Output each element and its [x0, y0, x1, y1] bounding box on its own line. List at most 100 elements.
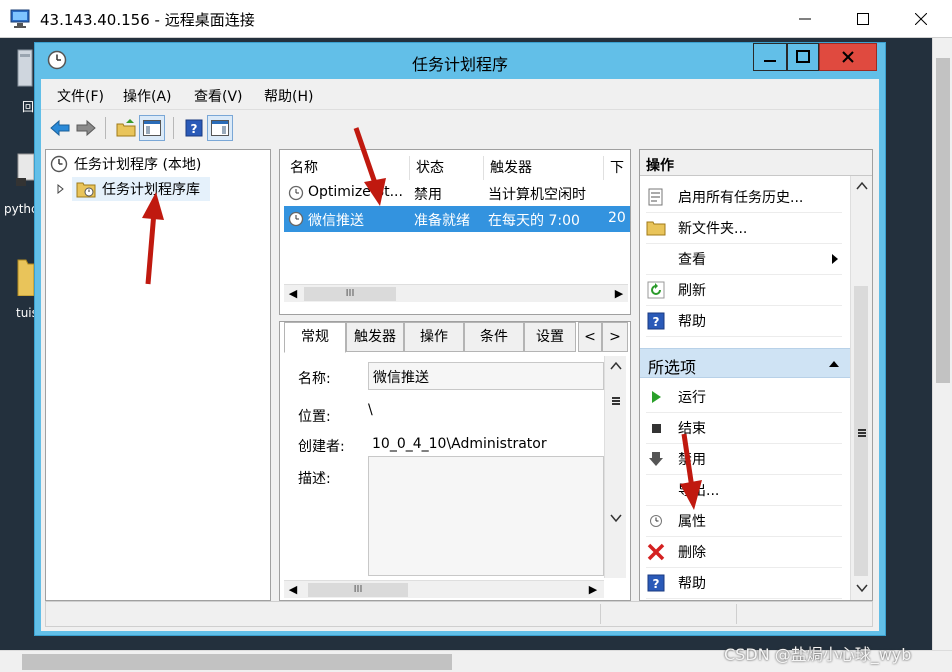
- location-value: \: [368, 402, 373, 418]
- action-delete[interactable]: 删除: [646, 537, 842, 568]
- scroll-thumb[interactable]: III: [308, 583, 408, 597]
- menu-bar: 文件(F) 操作(A) 查看(V) 帮助(H): [41, 79, 879, 109]
- actions-vertical-scrollbar[interactable]: [850, 176, 872, 600]
- status-bar: [45, 601, 873, 627]
- back-button[interactable]: [47, 115, 73, 141]
- scroll-right-icon[interactable]: ▶: [610, 285, 628, 303]
- column-header-status[interactable]: 状态: [410, 156, 484, 180]
- tree-item-label: 任务计划程序 (本地): [74, 157, 202, 173]
- scroll-up-icon[interactable]: [606, 358, 626, 374]
- scroll-thumb[interactable]: III: [304, 287, 396, 301]
- scroll-down-icon[interactable]: [852, 580, 872, 596]
- forward-button[interactable]: [73, 115, 99, 141]
- desktop-icon-folder[interactable]: tuis: [0, 252, 38, 320]
- rdp-minimize-button[interactable]: [776, 0, 834, 38]
- console-tree-icon: [143, 120, 161, 136]
- name-field[interactable]: 微信推送: [368, 362, 604, 390]
- action-view[interactable]: 查看: [646, 244, 842, 275]
- desktop-icon-python[interactable]: pythc: [0, 150, 38, 216]
- help-icon: ?: [185, 119, 203, 137]
- scroll-left-icon[interactable]: ◀: [284, 285, 302, 303]
- up-folder-button[interactable]: [113, 115, 139, 141]
- menu-view[interactable]: 查看(V): [194, 86, 243, 106]
- task-name: 微信推送: [308, 213, 364, 229]
- tab-settings[interactable]: 设置: [524, 322, 576, 352]
- minimize-icon: [764, 60, 776, 62]
- show-hide-action-pane-button[interactable]: [207, 115, 233, 141]
- toolbar: ?: [41, 109, 879, 145]
- task-list: 名称 状态 触发器 下 Optimize St... 禁用 当计算机空闲时 微信…: [279, 149, 631, 315]
- action-refresh[interactable]: 刷新: [646, 275, 842, 306]
- action-label: 属性: [678, 514, 706, 530]
- scroll-right-icon[interactable]: ▶: [584, 581, 602, 599]
- action-help[interactable]: ? 帮助: [646, 306, 842, 337]
- detail-vertical-scrollbar[interactable]: [604, 356, 626, 578]
- section-title: 所选项: [648, 358, 697, 377]
- selected-item-section-header[interactable]: 所选项: [640, 348, 850, 378]
- column-header-name[interactable]: 名称: [284, 156, 410, 180]
- action-label: 查看: [678, 252, 706, 268]
- action-new-folder[interactable]: 新文件夹...: [646, 213, 842, 244]
- folder-icon: [17, 259, 35, 297]
- minimize-button[interactable]: [753, 43, 787, 71]
- rdp-close-button[interactable]: [892, 0, 950, 38]
- scroll-thumb[interactable]: [936, 58, 950, 383]
- scroll-left-icon[interactable]: ◀: [284, 581, 302, 599]
- task-next-run: 20: [608, 210, 626, 226]
- annotation-arrow-task: [353, 127, 386, 206]
- task-detail-pane: 常规 触发器 操作 条件 设置 < > 名称: 微信推送 位置: \ 创建者: …: [279, 321, 631, 601]
- tasklist-horizontal-scrollbar[interactable]: ◀ III ▶: [284, 284, 628, 302]
- desktop-vertical-scrollbar[interactable]: [932, 38, 952, 650]
- detail-horizontal-scrollbar[interactable]: ◀ III ▶: [284, 580, 604, 598]
- svg-text:?: ?: [653, 315, 660, 329]
- task-scheduler-window: 任务计划程序 文件(F) 操作(A) 查看(V) 帮助(H) ? 任务计划程序 …: [34, 42, 886, 636]
- tab-conditions[interactable]: 条件: [464, 322, 524, 352]
- actions-pane: 操作 启用所有任务历史... 新文件夹... 查看 刷新 ? 帮助 所选项 运行…: [639, 149, 873, 601]
- collapse-triangle-icon[interactable]: [828, 359, 840, 369]
- svg-text:?: ?: [191, 122, 198, 136]
- action-help-selected[interactable]: ? 帮助: [646, 568, 842, 599]
- column-header-next-run[interactable]: 下: [604, 156, 630, 180]
- scroll-down-icon[interactable]: [606, 510, 626, 526]
- tree-item-root[interactable]: 任务计划程序 (本地): [50, 152, 201, 176]
- recycle-bin-icon: [17, 49, 33, 87]
- task-clock-icon: [288, 211, 304, 227]
- menu-action[interactable]: 操作(A): [123, 86, 172, 106]
- action-run[interactable]: 运行: [646, 382, 842, 413]
- column-header-trigger[interactable]: 触发器: [484, 156, 604, 180]
- close-button[interactable]: [819, 43, 877, 71]
- close-icon: [842, 51, 854, 63]
- watermark: CSDN @盐焗小心球_wyb: [724, 645, 912, 664]
- tab-scroll-next[interactable]: >: [602, 322, 628, 352]
- scroll-grip-icon[interactable]: [606, 394, 626, 408]
- scroll-grip-icon: [858, 429, 866, 437]
- stop-icon: [646, 418, 666, 438]
- scroll-up-icon[interactable]: [852, 178, 872, 194]
- action-enable-history[interactable]: 启用所有任务历史...: [646, 182, 842, 213]
- arrow-right-icon: [76, 119, 96, 137]
- rdp-maximize-button[interactable]: [834, 0, 892, 38]
- expand-triangle-icon[interactable]: [56, 184, 66, 194]
- task-trigger: 当计算机空闲时: [488, 187, 586, 203]
- menu-file[interactable]: 文件(F): [57, 86, 104, 106]
- close-icon: [915, 13, 927, 25]
- maximize-button[interactable]: [787, 43, 819, 71]
- tab-general[interactable]: 常规: [284, 322, 346, 353]
- task-row-selected[interactable]: 微信推送 准备就绪 在每天的 7:00 20: [284, 206, 630, 232]
- maximize-icon: [796, 50, 810, 63]
- desktop-icon-recycle-bin[interactable]: 回: [0, 46, 38, 114]
- description-field[interactable]: [368, 456, 604, 576]
- minimize-icon: [799, 18, 811, 20]
- file-icon: [16, 153, 35, 186]
- tab-triggers[interactable]: 触发器: [346, 322, 404, 352]
- menu-help[interactable]: 帮助(H): [264, 86, 313, 106]
- task-status: 禁用: [414, 187, 442, 203]
- tab-actions[interactable]: 操作: [404, 322, 464, 352]
- scroll-thumb[interactable]: [22, 654, 452, 670]
- name-label: 名称:: [298, 371, 331, 387]
- tab-scroll-prev[interactable]: <: [578, 322, 602, 352]
- help-button[interactable]: ?: [181, 115, 207, 141]
- show-hide-tree-button[interactable]: [139, 115, 165, 141]
- tree-item-library[interactable]: 任务计划程序库: [56, 177, 200, 201]
- task-row[interactable]: Optimize St... 禁用 当计算机空闲时: [284, 180, 630, 206]
